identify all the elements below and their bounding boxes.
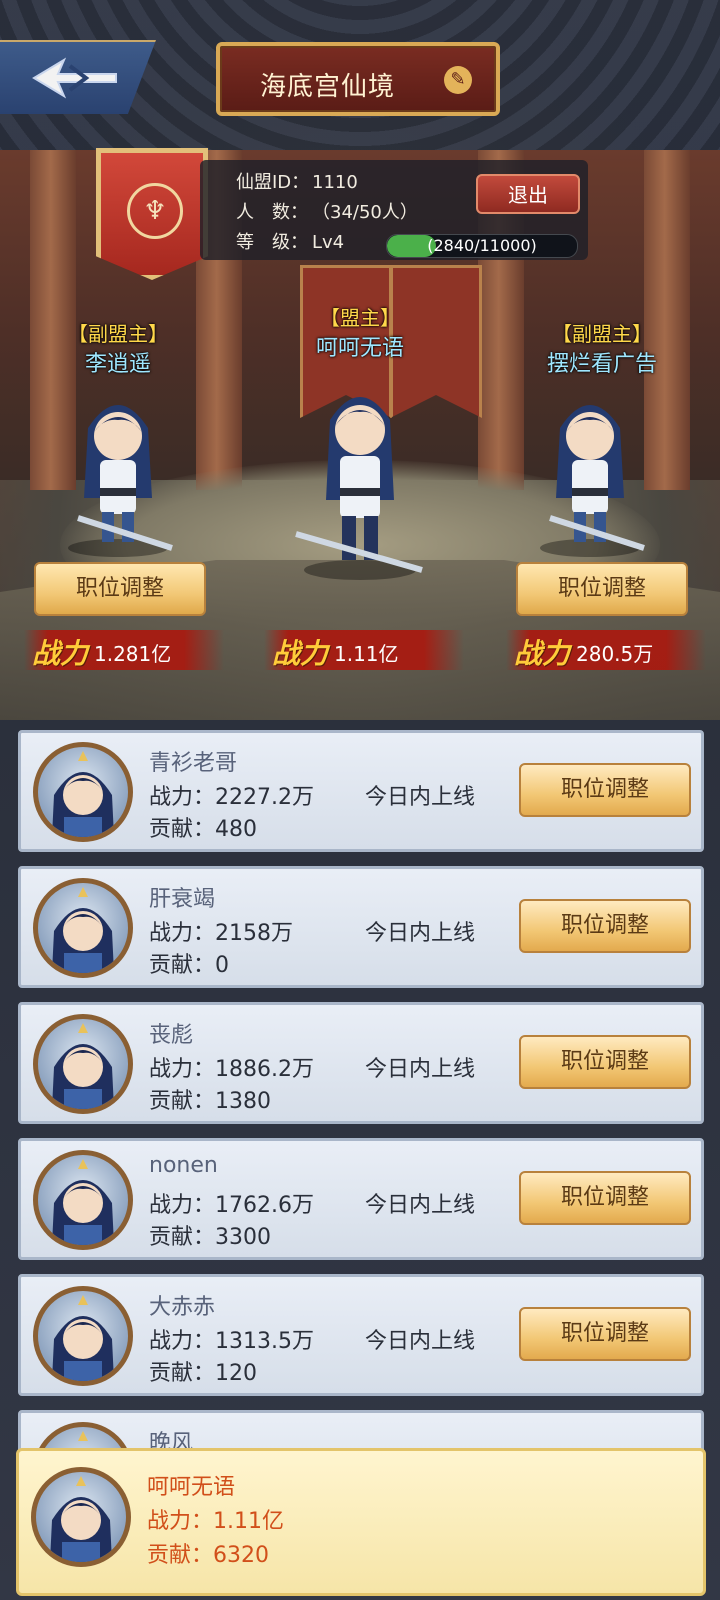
combat-power-icon: 战力 (272, 637, 329, 670)
member-power: 战力：2158万 (149, 921, 293, 946)
member-power: 战力：1886.2万 (149, 1057, 314, 1082)
guild-emblem: ♆ (96, 148, 208, 280)
position-adjust-button[interactable]: 职位调整 (519, 1171, 691, 1225)
avatar[interactable] (33, 1286, 133, 1386)
leader-power-value: 280.5万 (576, 642, 654, 666)
guild-id-label: 仙盟ID： (236, 172, 310, 193)
member-card: 丧彪 战力：1886.2万 今日内上线 贡献：1380 职位调整 (18, 1002, 704, 1124)
member-online-status: 今日内上线 (365, 1329, 476, 1354)
exit-guild-button[interactable]: 退出 (476, 174, 580, 214)
position-adjust-button[interactable]: 职位调整 (34, 562, 206, 616)
avatar[interactable] (33, 878, 133, 978)
member-power: 战力：1313.5万 (149, 1329, 314, 1354)
member-card: 肝衰竭 战力：2158万 今日内上线 贡献：0 职位调整 (18, 866, 704, 988)
position-adjust-button[interactable]: 职位调整 (519, 899, 691, 953)
character-portrait-icon (52, 1295, 114, 1381)
leader-role: 【盟主】 (320, 306, 400, 330)
position-adjust-button[interactable]: 职位调整 (516, 562, 688, 616)
guild-level-label: 等 级： (236, 232, 308, 253)
guild-exp-bar: (2840/11000) (386, 234, 578, 258)
my-name: 呵呵无语 (147, 1475, 236, 1500)
avatar[interactable] (33, 1150, 133, 1250)
leader-role: 【副盟主】 (68, 322, 168, 346)
guild-title-plaque: 海底宫仙境 ✎ (216, 42, 500, 116)
member-card: 大赤赤 战力：1313.5万 今日内上线 贡献：120 职位调整 (18, 1274, 704, 1396)
leader-power: 战力 1.11亿 (264, 630, 464, 670)
position-adjust-button[interactable]: 职位调整 (519, 1307, 691, 1361)
guild-members-label: 人 数： (236, 202, 308, 223)
member-name: 青衫老哥 (149, 751, 238, 776)
member-contribution: 贡献：480 (149, 817, 257, 842)
combat-power-icon: 战力 (514, 637, 571, 670)
combat-power-icon: 战力 (32, 637, 89, 670)
leader-power: 战力 1.281亿 (24, 630, 224, 670)
position-adjust-button[interactable]: 职位调整 (519, 763, 691, 817)
character-portrait-icon (52, 751, 114, 837)
avatar[interactable] (33, 1014, 133, 1114)
member-power: 战力：1762.6万 (149, 1193, 314, 1218)
guild-crest-icon: ♆ (127, 183, 183, 239)
position-adjust-button[interactable]: 职位调整 (519, 1035, 691, 1089)
member-online-status: 今日内上线 (365, 785, 476, 810)
member-online-status: 今日内上线 (365, 1193, 476, 1218)
guild-level-value: Lv4 (312, 232, 345, 253)
character-portrait-icon (52, 1159, 114, 1245)
member-contribution: 贡献：120 (149, 1361, 257, 1386)
page-title: 海底宫仙境 (260, 72, 396, 102)
my-contribution: 贡献：6320 (147, 1543, 269, 1568)
member-card: 青衫老哥 战力：2227.2万 今日内上线 贡献：480 职位调整 (18, 730, 704, 852)
guild-members-row: 人 数： （34/50人） (236, 198, 418, 224)
member-contribution: 贡献：1380 (149, 1089, 271, 1114)
member-card: nonen 战力：1762.6万 今日内上线 贡献：3300 职位调整 (18, 1138, 704, 1260)
my-power: 战力：1.11亿 (147, 1509, 284, 1534)
member-online-status: 今日内上线 (365, 921, 476, 946)
leader-role: 【副盟主】 (552, 322, 652, 346)
hero-character[interactable] (290, 370, 430, 590)
my-member-card: 呵呵无语 战力：1.11亿 贡献：6320 (16, 1448, 706, 1596)
member-name: 丧彪 (149, 1023, 194, 1048)
character-portrait-icon (52, 887, 114, 973)
leader-name[interactable]: 呵呵无语 (260, 330, 460, 362)
character-portrait-icon (50, 1476, 112, 1562)
member-contribution: 贡献：3300 (149, 1225, 271, 1250)
leader-power-value: 1.281亿 (94, 642, 172, 666)
leader-power-value: 1.11亿 (334, 642, 399, 666)
back-arrow-icon (32, 57, 117, 99)
hero-character[interactable] (520, 388, 660, 558)
member-power: 战力：2227.2万 (149, 785, 314, 810)
guild-level-row: 等 级： Lv4 (236, 228, 344, 254)
member-contribution: 贡献：0 (149, 953, 229, 978)
guild-id-value: 1110 (312, 172, 358, 193)
member-name: 大赤赤 (149, 1295, 216, 1320)
guild-id-row: 仙盟ID： 1110 (236, 168, 358, 194)
character-portrait-icon (52, 1023, 114, 1109)
guild-members-value: （34/50人） (312, 202, 418, 223)
member-name: nonen (149, 1153, 218, 1178)
hero-character[interactable] (48, 388, 188, 558)
guild-exp-text: (2840/11000) (427, 236, 537, 255)
leader-name[interactable]: 摆烂看广告 (502, 346, 702, 378)
leader-power: 战力 280.5万 (506, 630, 706, 670)
avatar[interactable] (31, 1467, 131, 1567)
member-online-status: 今日内上线 (365, 1057, 476, 1082)
edit-icon[interactable]: ✎ (444, 66, 472, 94)
avatar[interactable] (33, 742, 133, 842)
leader-name[interactable]: 李逍遥 (18, 346, 218, 378)
member-name: 肝衰竭 (149, 887, 216, 912)
